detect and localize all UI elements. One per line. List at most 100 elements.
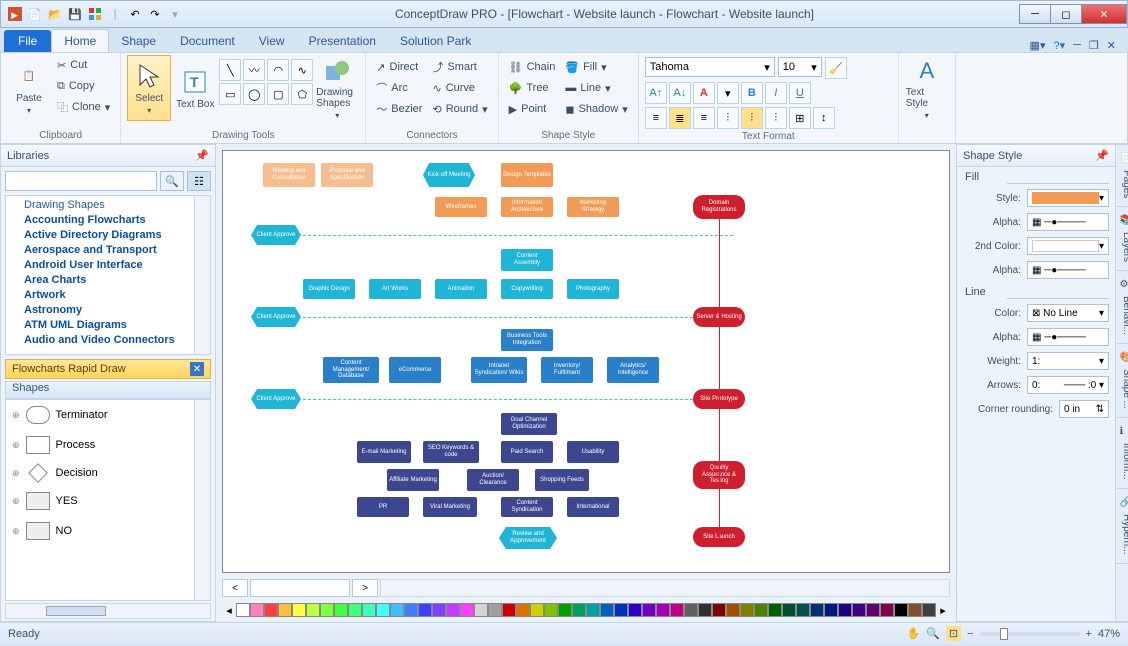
sidetab-behavior[interactable]: ⚙Behavi... (1116, 271, 1128, 344)
tab-view[interactable]: View (247, 30, 297, 52)
open-icon[interactable]: 📂 (47, 6, 63, 22)
palette-swatch[interactable] (432, 603, 446, 617)
palette-swatch[interactable] (642, 603, 656, 617)
mdi-min-icon[interactable]: ─ (1073, 39, 1081, 52)
second-alpha-slider[interactable]: ▦ ─●──── (1027, 261, 1109, 279)
fill-alpha-slider[interactable]: ▦ ─●──── (1027, 213, 1109, 231)
sidetab-layers[interactable]: 📚Layers (1116, 207, 1128, 271)
flow-node[interactable]: Meeting and Consultation (263, 163, 315, 187)
palette-swatch[interactable] (824, 603, 838, 617)
treeview-icon[interactable]: ☷ (187, 171, 211, 191)
underline-icon[interactable]: U (789, 82, 811, 104)
palette-swatch[interactable] (278, 603, 292, 617)
select-button[interactable]: Select▾ (127, 55, 171, 121)
paste-button[interactable]: 📋Paste▾ (7, 55, 51, 121)
rrect-tool-icon[interactable]: ▢ (267, 83, 289, 105)
tab-document[interactable]: Document (168, 30, 247, 52)
aligncenter-icon[interactable]: ≣ (669, 107, 691, 129)
flow-node[interactable]: Client Approve (251, 307, 301, 327)
hscrollbar[interactable] (380, 579, 950, 597)
palette-swatch[interactable] (614, 603, 628, 617)
zoomin-icon[interactable]: + (1086, 628, 1092, 640)
palette-swatch[interactable] (768, 603, 782, 617)
zoomtofit-icon[interactable]: 🔍 (926, 627, 940, 640)
sidetab-pages[interactable]: 📄Pages (1116, 145, 1128, 207)
palette-swatch[interactable] (264, 603, 278, 617)
palette-swatch[interactable] (390, 603, 404, 617)
palette-swatch[interactable] (712, 603, 726, 617)
tab-home[interactable]: Home (51, 29, 109, 52)
flow-node[interactable]: Client Approve (251, 389, 301, 409)
tab-solutionpark[interactable]: Solution Park (388, 30, 483, 52)
prevsheet-icon[interactable]: < (222, 579, 248, 597)
palette-swatch[interactable] (740, 603, 754, 617)
new-icon[interactable]: 📄 (27, 6, 43, 22)
palette-next-icon[interactable]: ▸ (936, 604, 950, 617)
search-icon[interactable]: 🔍 (160, 171, 184, 191)
palette-swatch[interactable] (922, 603, 936, 617)
curve-button[interactable]: ∿ Curve (428, 78, 491, 98)
alignleft-icon[interactable]: ≡ (645, 107, 667, 129)
shape-terminator[interactable]: ⊕Terminator (6, 400, 210, 430)
flow-node[interactable]: Kick-off Meeting (423, 163, 475, 187)
line-color-select[interactable]: ⊠ No Line▾ (1027, 304, 1109, 322)
window-arrange-icon[interactable]: ▦▾ (1030, 39, 1046, 52)
palette-swatch[interactable] (558, 603, 572, 617)
flow-node[interactable]: Design Templates (501, 163, 553, 187)
highlight-icon[interactable]: ▾ (717, 82, 739, 104)
flow-node[interactable]: eCommerce (389, 357, 441, 383)
save-icon[interactable]: 💾 (67, 6, 83, 22)
palette-swatch[interactable] (306, 603, 320, 617)
fontsize-select[interactable]: 10▾ (778, 57, 822, 77)
sidetab-shape[interactable]: 🎨Shape ... (1116, 344, 1128, 418)
palette-swatch[interactable] (250, 603, 264, 617)
nextsheet-icon[interactable]: > (352, 579, 378, 597)
fontcolor-icon[interactable]: A (693, 82, 715, 104)
palette-swatch[interactable] (670, 603, 684, 617)
palette-swatch[interactable] (292, 603, 306, 617)
redo-icon[interactable]: ↷ (147, 6, 163, 22)
smart-button[interactable]: ⤴ Smart (428, 57, 491, 77)
scrollbar[interactable] (194, 400, 210, 600)
flow-node[interactable]: Paid Search (501, 441, 553, 463)
palette-swatch[interactable] (348, 603, 362, 617)
file-tab[interactable]: File (4, 30, 51, 52)
flow-node[interactable]: E-mail Marketing (357, 441, 411, 463)
list-item[interactable]: Aerospace and Transport (24, 243, 210, 258)
maximize-button[interactable]: ◻ (1050, 4, 1082, 24)
line-weight-select[interactable]: 1:▾ (1027, 352, 1109, 370)
palette-swatch[interactable] (838, 603, 852, 617)
flow-node[interactable]: Information Architecture (501, 197, 553, 217)
tree-button[interactable]: 🌳 Tree (505, 78, 560, 98)
zoom-value[interactable]: 47% (1098, 628, 1120, 640)
flow-node[interactable]: Content Assembly (501, 249, 553, 271)
palette-prev-icon[interactable]: ◂ (222, 604, 236, 617)
bezier-button[interactable]: 〜 Bezier (372, 99, 426, 119)
palette-swatch[interactable] (474, 603, 488, 617)
library-list[interactable]: Drawing Shapes Accounting Flowcharts Act… (5, 195, 211, 355)
tab-presentation[interactable]: Presentation (297, 30, 388, 52)
round-button[interactable]: ⟲ Round ▾ (428, 99, 491, 119)
cut-button[interactable]: ✂ Cut (53, 55, 114, 75)
flow-node[interactable]: Viral Marketing (423, 497, 477, 517)
pan-icon[interactable]: ✋ (906, 627, 920, 640)
poly-tool-icon[interactable]: ⬠ (291, 83, 313, 105)
shadow-button[interactable]: ◼ Shadow ▾ (561, 99, 631, 119)
flow-node[interactable]: Animation (435, 279, 487, 299)
shape-no[interactable]: ⊕NO (6, 516, 210, 546)
alignmid-icon[interactable]: ⫶ (741, 107, 763, 129)
palette-swatch[interactable] (656, 603, 670, 617)
stencil-header[interactable]: Flowcharts Rapid Draw ✕ (5, 359, 211, 379)
palette-swatch[interactable] (810, 603, 824, 617)
mdi-restore-icon[interactable]: ❐ (1089, 39, 1099, 52)
sheet-tab[interactable] (250, 579, 350, 597)
flow-node[interactable]: Client Approve (251, 225, 301, 245)
undo-icon[interactable]: ↶ (127, 6, 143, 22)
list-item[interactable]: Artwork (24, 288, 210, 303)
canvas[interactable]: Meeting and Consultation Proposal and Sp… (222, 150, 950, 573)
arrows-select[interactable]: 0:─── :0 ▾ (1027, 376, 1109, 394)
library-search-input[interactable] (5, 171, 157, 191)
palette-swatch[interactable] (502, 603, 516, 617)
palette-swatch[interactable] (544, 603, 558, 617)
corner-input[interactable]: 0 in⇅ (1059, 400, 1109, 418)
